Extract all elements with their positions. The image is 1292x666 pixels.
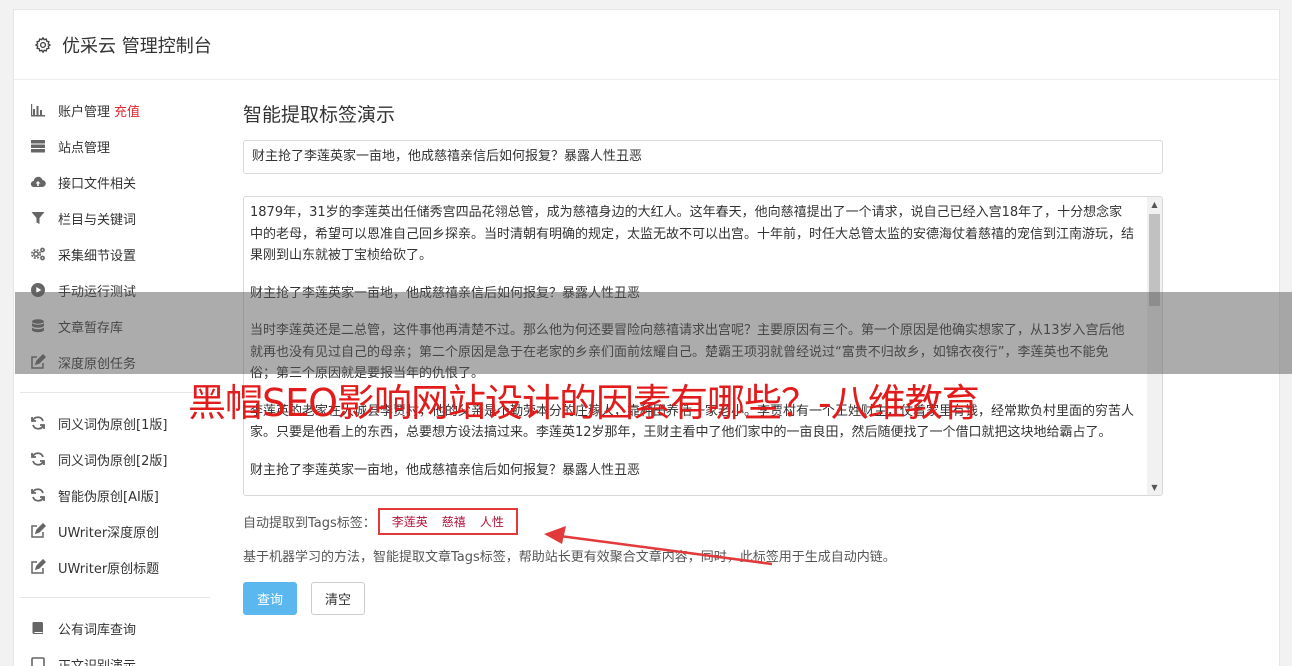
red-arrow-annotation [544,526,773,566]
tags-label: 自动提取到Tags标签： [243,515,376,531]
sidebar-item-label: 接口文件相关 [58,176,137,192]
cloud-upload-icon [30,174,46,190]
sidebar-item-label: 账户管理 [58,104,111,120]
sidebar-item[interactable]: 正文识别演示 [20,646,210,666]
edit-icon [30,523,46,539]
sidebar-item[interactable]: 接口文件相关 [20,164,210,200]
sidebar-item[interactable]: 站点管理 [20,128,210,164]
article-title-input[interactable]: 财主抢了李莲英家一亩地，他成慈禧亲信后如何报复？暴露人性丑恶 [243,140,1163,174]
tag-item[interactable]: 人性 [480,513,504,530]
sidebar: 账户管理充值站点管理接口文件相关栏目与关键词采集细节设置手动运行测试文章暂存库深… [20,92,210,666]
content-paragraph: 1879年，31岁的李莲英出任储秀宫四品花翎总管，成为慈禧身边的大红人。这年春天… [250,205,1135,263]
refresh-icon [30,415,46,431]
filter-icon [30,210,46,226]
book-icon [30,620,46,636]
recharge-link[interactable]: 充值 [114,101,140,120]
square-icon [30,656,46,666]
card-header: 优采云 管理控制台 [14,10,1279,80]
scroll-up-arrow-icon[interactable]: ▲ [1147,197,1162,212]
sidebar-item[interactable]: 智能伪原创[AI版] [20,477,210,513]
refresh-icon [30,451,46,467]
sidebar-item-label: UWriter深度原创 [58,525,160,541]
sidebar-item[interactable]: 同义词伪原创[1版] [20,405,210,441]
sidebar-item-label: 站点管理 [58,140,111,156]
sidebar-item[interactable]: 公有词库查询 [20,610,210,646]
sidebar-item-label: 采集细节设置 [58,248,137,264]
sidebar-divider [20,392,210,393]
sidebar-item[interactable]: 账户管理 充值 [20,92,210,128]
sidebar-item[interactable]: 栏目与关键词 [20,200,210,236]
page-title: 优采云 管理控制台 [62,35,212,57]
sidebar-item[interactable]: UWriter深度原创 [20,513,210,549]
scroll-down-arrow-icon[interactable]: ▼ [1147,480,1162,495]
sidebar-item-label: 同义词伪原创[1版] [58,417,168,433]
content-paragraph: 财主抢了李莲英家一亩地，他成慈禧亲信后如何报复？暴露人性丑恶 [250,462,641,478]
button-row: 查询 清空 [243,582,1163,615]
sidebar-item[interactable]: 采集细节设置 [20,236,210,272]
bar-chart-icon [30,102,46,118]
cogs-icon [30,246,46,262]
sidebar-item-label: 正文识别演示 [58,658,137,666]
section-title: 智能提取标签演示 [243,104,396,126]
sidebar-item-label: 栏目与关键词 [58,212,137,228]
watermark-text: 黑帽SEO影响网站设计的因素有哪些？-八维教育 [188,381,980,425]
query-button[interactable]: 查询 [243,582,297,615]
clear-button[interactable]: 清空 [311,582,365,615]
sidebar-divider [20,597,210,598]
gear-icon [34,36,52,53]
sidebar-item-label: 同义词伪原创[2版] [58,453,168,469]
edit-icon [30,559,46,575]
sidebar-item-label: 公有词库查询 [58,622,137,638]
sidebar-item-label: UWriter原创标题 [58,561,160,577]
sidebar-item-label: 智能伪原创[AI版] [58,489,159,505]
watermark-band [15,292,1292,374]
sidebar-item[interactable]: 同义词伪原创[2版] [20,441,210,477]
sidebar-item[interactable]: UWriter原创标题 [20,549,210,585]
tags-box: 李莲英 慈禧 人性 [377,507,518,535]
tag-item[interactable]: 慈禧 [442,513,466,530]
tag-item[interactable]: 李莲英 [392,513,428,530]
server-icon [30,138,46,154]
refresh-icon [30,487,46,503]
